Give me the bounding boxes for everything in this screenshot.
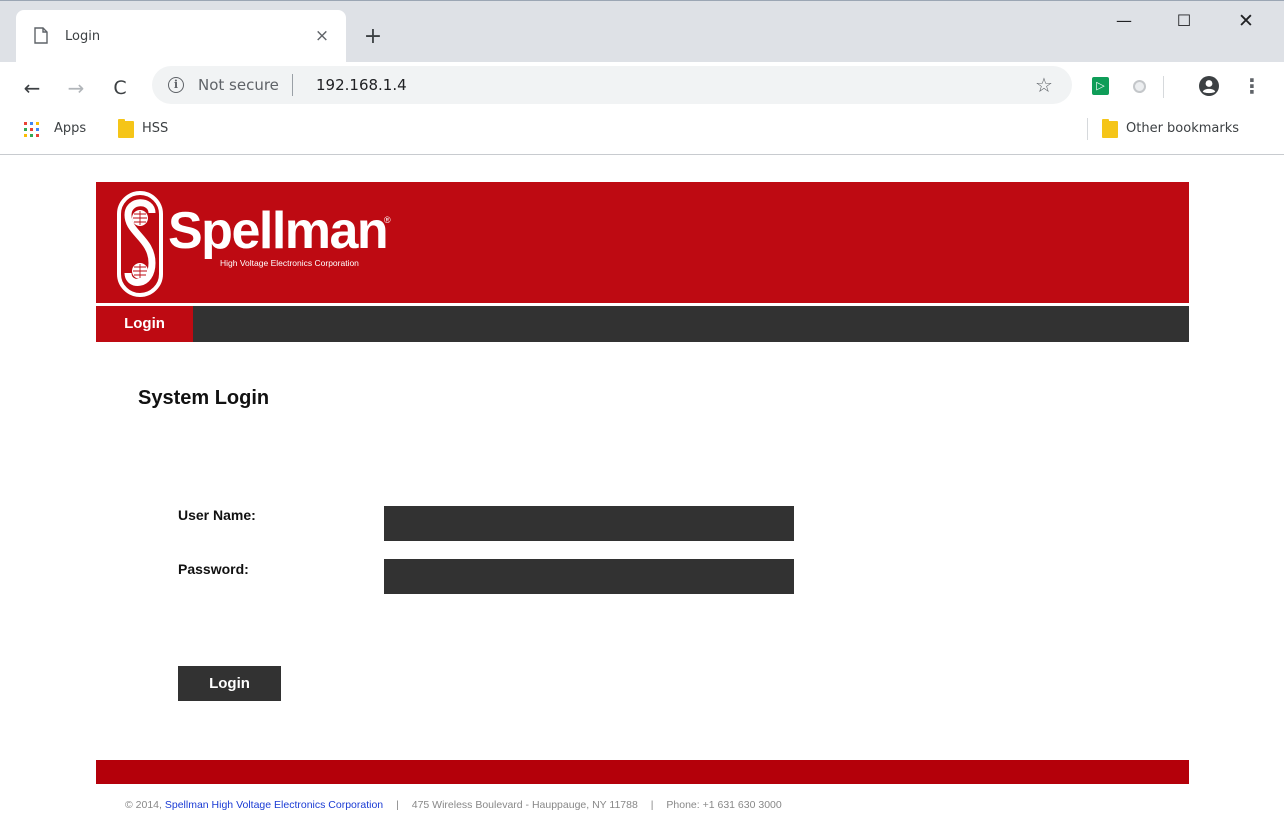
login-button[interactable]: Login xyxy=(178,666,281,701)
browser-menu-icon[interactable]: ⋮ xyxy=(1242,74,1262,98)
footer-company-link[interactable]: Spellman High Voltage Electronics Corpor… xyxy=(165,799,383,811)
reload-icon[interactable]: C xyxy=(108,76,132,100)
registered-mark: ® xyxy=(384,215,391,225)
page-icon xyxy=(34,27,48,44)
footer-copyright: © 2014, xyxy=(125,799,162,811)
url-text[interactable]: 192.168.1.4 xyxy=(316,76,407,94)
browser-toolbar: ← → C i Not secure 192.168.1.4 ☆ ▷ ⋮ xyxy=(0,62,1284,115)
extension-green-icon[interactable]: ▷ xyxy=(1092,77,1109,95)
toolbar-divider xyxy=(1163,76,1164,98)
brand-tagline: High Voltage Electronics Corporation xyxy=(220,258,359,268)
bookmarks-divider xyxy=(1087,118,1088,140)
nav-item-login[interactable]: Login xyxy=(96,306,193,342)
extension-circle-icon[interactable] xyxy=(1133,80,1146,93)
bookmark-label: Apps xyxy=(54,121,87,136)
window-close-icon[interactable]: ✕ xyxy=(1236,11,1256,31)
footer-bar xyxy=(96,760,1189,784)
new-tab-icon[interactable]: + xyxy=(362,26,384,48)
page-title: System Login xyxy=(138,387,270,409)
folder-icon xyxy=(1102,119,1118,138)
folder-icon xyxy=(118,119,134,138)
footer-phone: Phone: +1 631 630 3000 xyxy=(666,799,782,811)
info-icon[interactable]: i xyxy=(168,77,184,93)
password-input[interactable] xyxy=(384,559,794,594)
tab-title: Login xyxy=(65,29,101,44)
forward-arrow-icon[interactable]: → xyxy=(64,76,88,100)
browser-tab[interactable]: Login × xyxy=(16,10,346,64)
bookmarks-bar: Apps HSS Other bookmarks xyxy=(0,115,1284,155)
username-label: User Name: xyxy=(178,507,256,523)
browser-titlebar: Login × + — ☐ ✕ xyxy=(0,0,1284,64)
minimize-icon[interactable]: — xyxy=(1114,11,1134,31)
address-bar[interactable]: i Not secure 192.168.1.4 ☆ xyxy=(152,66,1072,104)
back-arrow-icon[interactable]: ← xyxy=(20,76,44,100)
footer: © 2014, Spellman High Voltage Electronic… xyxy=(125,799,782,811)
footer-divider: | xyxy=(396,799,399,811)
site-nav: Login xyxy=(96,306,1189,342)
footer-divider: | xyxy=(650,799,654,811)
brand-name: Spellman xyxy=(168,202,389,260)
footer-address: 475 Wireless Boulevard - Hauppauge, NY 1… xyxy=(411,799,638,811)
site-header: Spellman ® High Voltage Electronics Corp… xyxy=(96,182,1189,303)
bookmark-label: Other bookmarks xyxy=(1126,121,1240,136)
security-status[interactable]: Not secure xyxy=(198,76,279,94)
username-input[interactable] xyxy=(384,506,794,541)
bookmark-label: HSS xyxy=(142,121,169,136)
password-label: Password: xyxy=(178,561,249,577)
apps-grid-icon xyxy=(24,122,39,137)
spellman-logo: Spellman ® High Voltage Electronics Corp… xyxy=(116,191,416,299)
spellman-emblem-icon xyxy=(117,191,163,297)
maximize-icon[interactable]: ☐ xyxy=(1174,11,1194,31)
bookmark-star-icon[interactable]: ☆ xyxy=(1032,73,1056,97)
tab-close-icon[interactable]: × xyxy=(312,26,332,46)
profile-icon[interactable] xyxy=(1198,75,1220,97)
address-divider xyxy=(292,74,293,96)
